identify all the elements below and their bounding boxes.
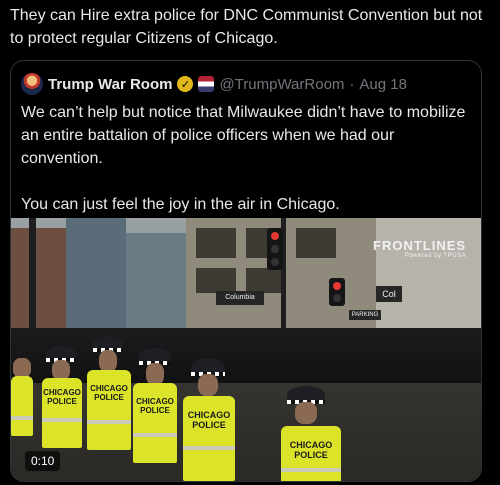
quoted-paragraph-2: You can just feel the joy in the air in … — [21, 196, 340, 213]
vest-label: CHICAGO POLICE — [187, 410, 231, 430]
crowd — [11, 328, 481, 383]
quoted-handle[interactable]: @TrumpWarRoom — [219, 76, 344, 93]
vest-label: CHICAGO POLICE — [289, 440, 333, 460]
vest-label: CHICAGO POLICE — [136, 397, 174, 415]
watermark-subtitle: Powered by TPUSA — [404, 253, 467, 259]
quoted-paragraph-1: We can’t help but notice that Milwaukee … — [21, 104, 466, 167]
verified-check-icon: ✓ — [177, 76, 194, 92]
quoted-tweet-text: We can’t help but notice that Milwaukee … — [21, 101, 471, 216]
building — [11, 228, 66, 338]
video-player[interactable]: Columbia Col PARKING FRONTLINES Powered … — [11, 218, 481, 481]
store-sign: Columbia — [216, 291, 264, 305]
street-sign: PARKING — [349, 310, 381, 320]
separator-dot: · — [349, 75, 355, 93]
vest-label: CHICAGO POLICE — [90, 384, 128, 402]
building — [66, 218, 126, 338]
video-timestamp: 0:10 — [25, 451, 61, 471]
traffic-signal — [329, 278, 345, 306]
store-sign-2: Col — [376, 286, 402, 302]
quoted-date[interactable]: Aug 18 — [359, 76, 407, 93]
quoted-tweet-header: Trump War Room ✓ @TrumpWarRoom · Aug 18 — [21, 73, 407, 95]
building — [376, 218, 481, 338]
frontlines-watermark: FRONTLINES Powered by TPUSA — [373, 238, 466, 259]
traffic-signal — [267, 228, 283, 270]
post-text: They can Hire extra police for DNC Commu… — [10, 7, 483, 47]
vest-label: CHICAGO POLICE — [43, 388, 81, 406]
quoted-tweet-card[interactable]: Trump War Room ✓ @TrumpWarRoom · Aug 18 … — [10, 60, 482, 482]
watermark-title: FRONTLINES — [373, 238, 467, 253]
quoted-display-name[interactable]: Trump War Room — [48, 76, 172, 93]
avatar[interactable] — [21, 73, 43, 95]
flag-affiliate-icon — [198, 76, 215, 92]
building — [126, 233, 186, 338]
